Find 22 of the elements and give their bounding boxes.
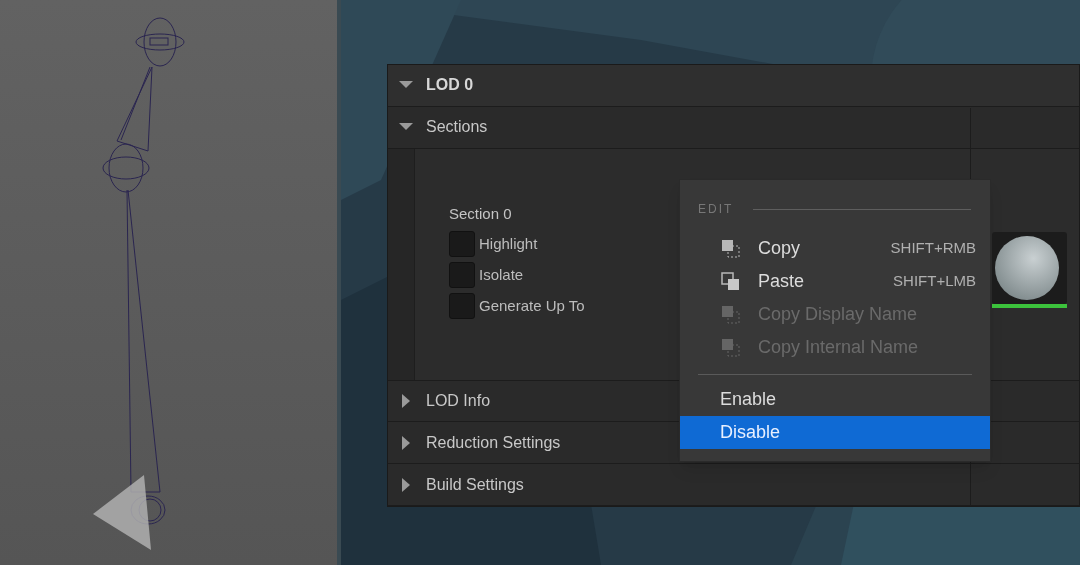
category-title[interactable]: LOD 0 bbox=[426, 73, 474, 98]
checkbox-label: Isolate bbox=[479, 264, 524, 285]
orientation-gizmo-icon bbox=[93, 475, 151, 550]
copy-icon bbox=[721, 305, 740, 324]
checkbox-label: Generate Up To bbox=[479, 295, 585, 316]
checkbox-label: Highlight bbox=[479, 233, 538, 254]
copy-icon bbox=[721, 239, 740, 258]
checkbox[interactable] bbox=[449, 262, 475, 289]
section-title: Section 0 bbox=[449, 203, 512, 224]
menu-item[interactable]: Disable bbox=[680, 416, 990, 449]
checkbox[interactable] bbox=[449, 293, 475, 320]
category-title[interactable]: Build Settings bbox=[426, 472, 524, 497]
menu-item[interactable]: Enable bbox=[680, 383, 990, 416]
copy-icon bbox=[721, 338, 740, 357]
category-title[interactable]: LOD Info bbox=[426, 388, 491, 413]
menu-item[interactable]: Copy SHIFT+RMB bbox=[680, 232, 990, 265]
category-title[interactable]: Reduction Settings bbox=[426, 430, 561, 455]
menu-heading: EDIT bbox=[698, 201, 734, 218]
menu-item[interactable]: Paste SHIFT+LMB bbox=[680, 265, 990, 298]
checkbox[interactable] bbox=[449, 231, 475, 258]
paste-icon bbox=[721, 272, 740, 291]
category-title[interactable]: Sections bbox=[426, 115, 488, 140]
